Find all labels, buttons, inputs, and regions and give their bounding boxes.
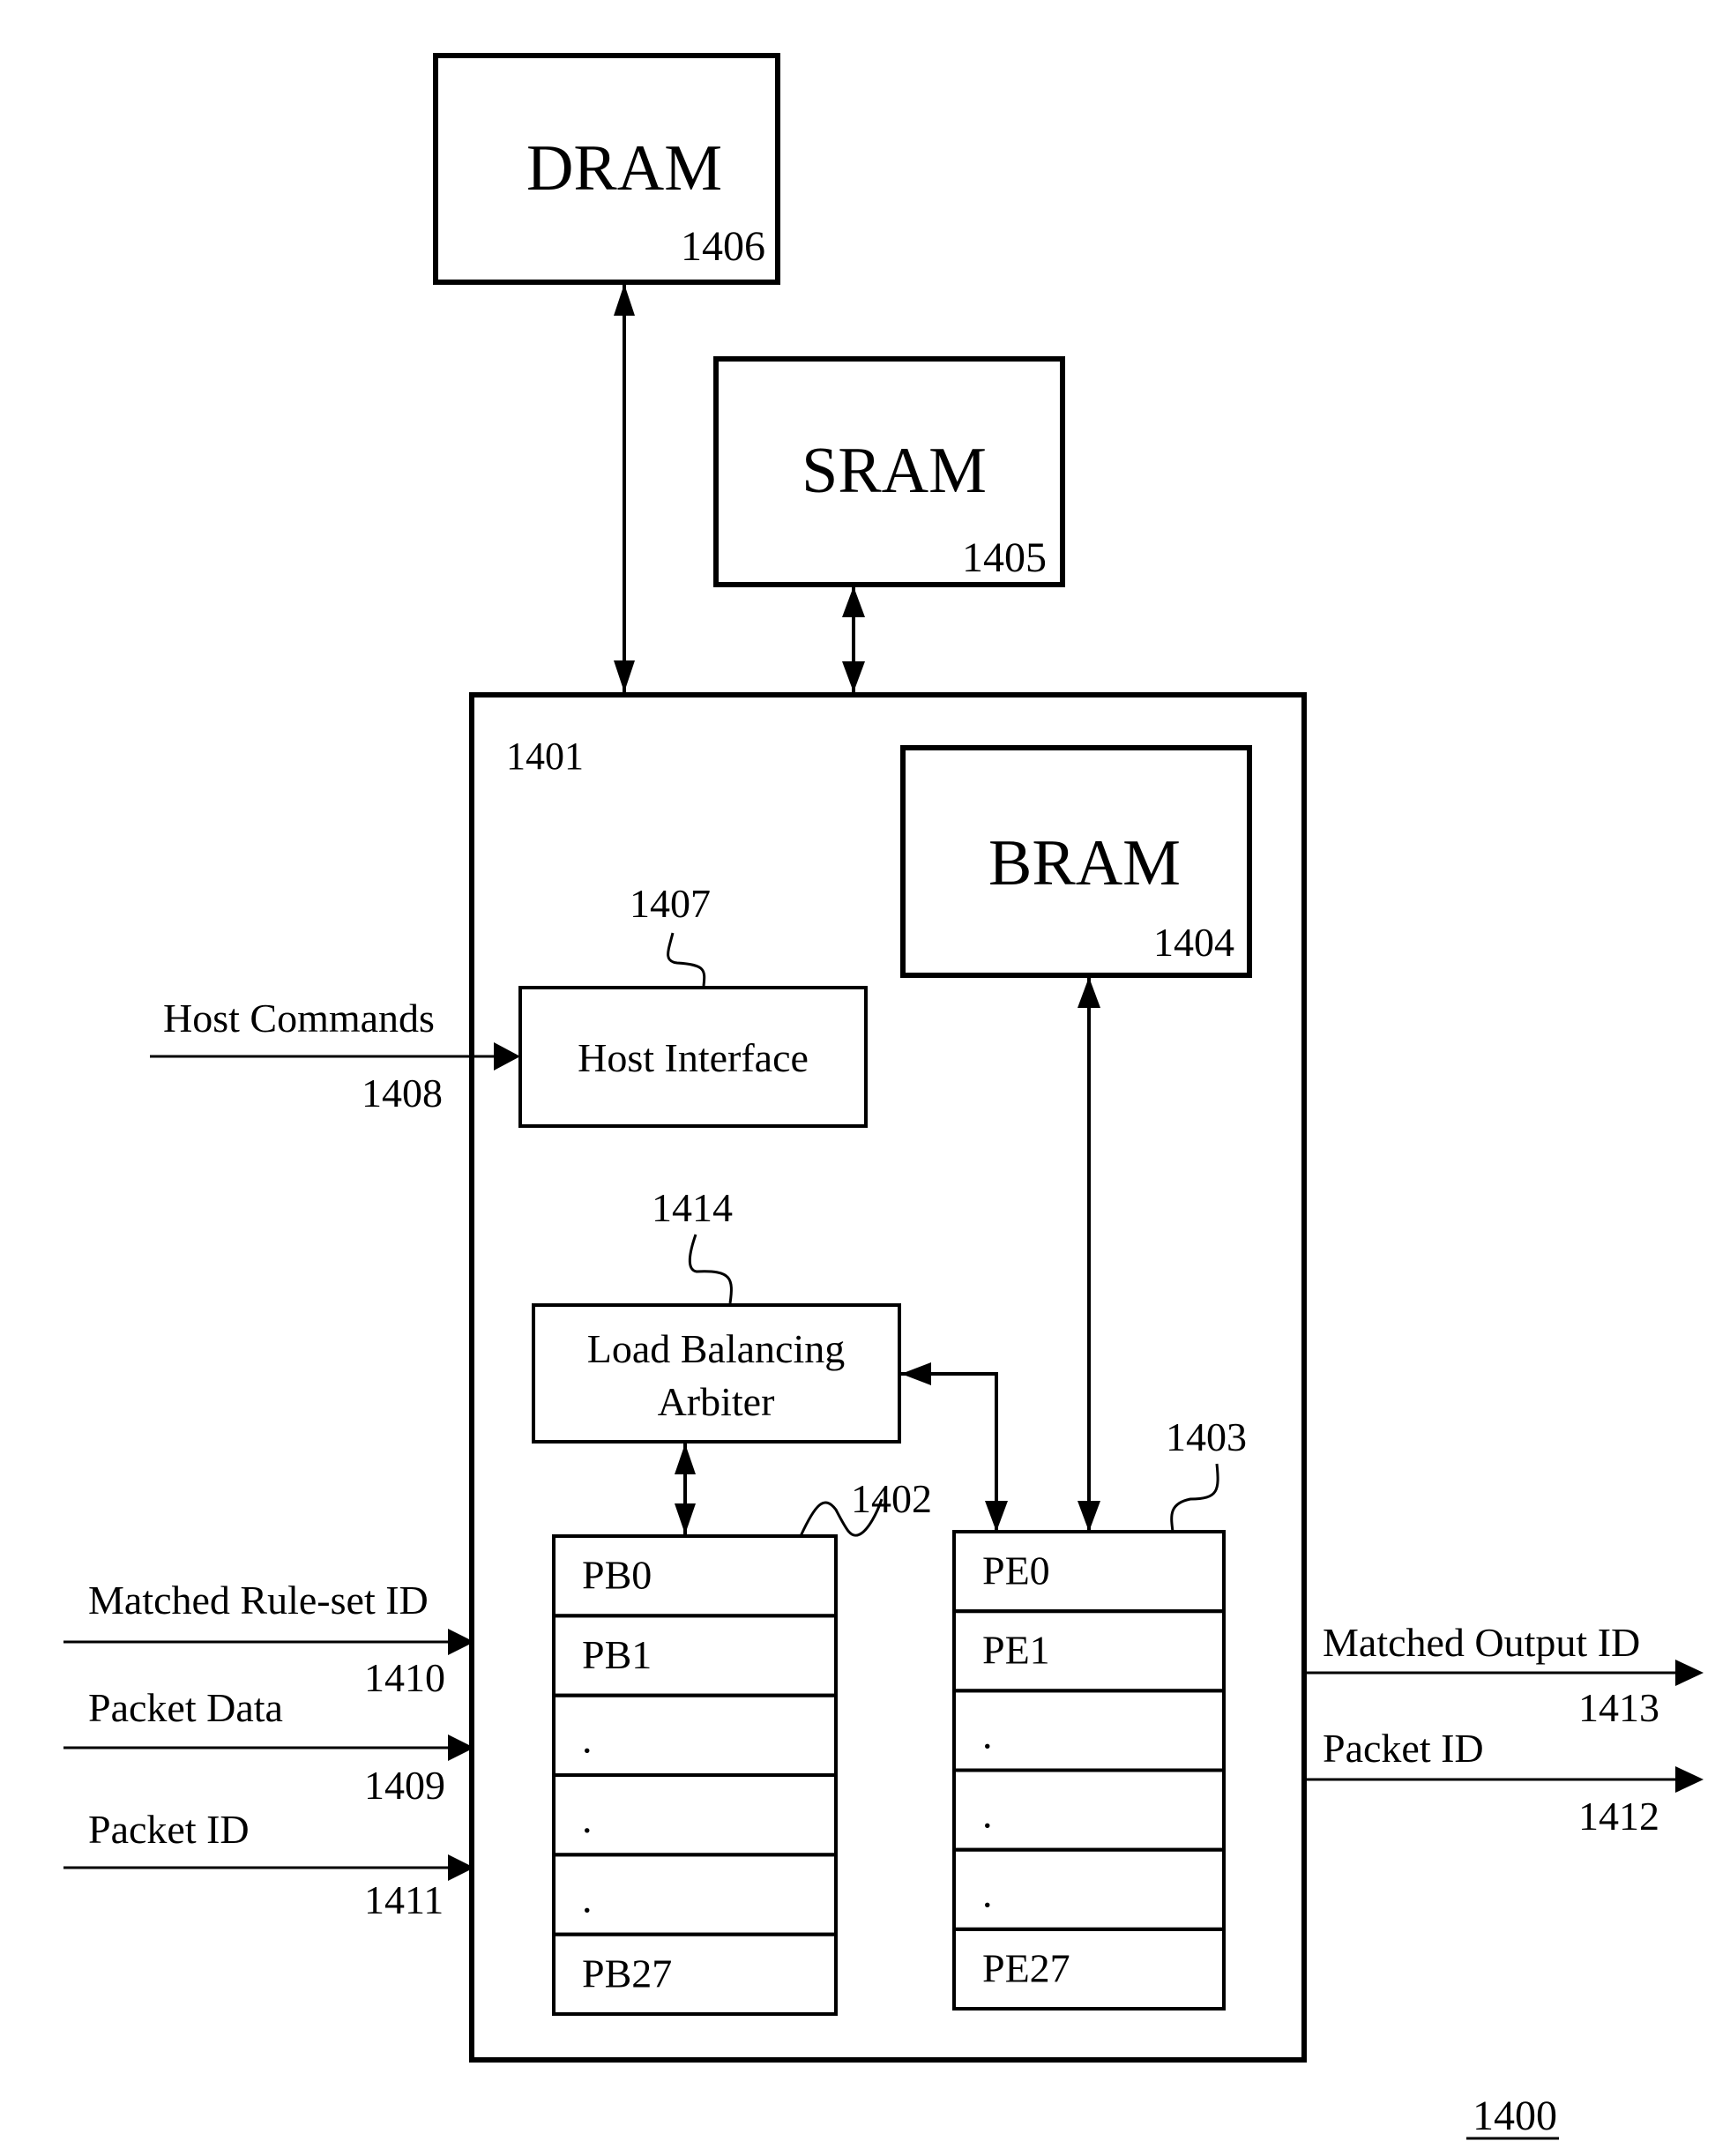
matched-ruleset-id-input: Matched Rule-set ID 1410 — [63, 1578, 474, 1700]
packet-id-output-ref: 1412 — [1578, 1794, 1659, 1839]
sram-link-arrow — [842, 586, 865, 692]
matched-output-id-output: Matched Output ID 1413 — [1307, 1620, 1704, 1730]
matched-ruleset-id-label: Matched Rule-set ID — [88, 1578, 429, 1623]
dram-ref: 1406 — [681, 223, 765, 270]
packet-id-output-label: Packet ID — [1323, 1726, 1484, 1771]
packet-buffer-row-label: . — [582, 1876, 593, 1921]
figure-number: 1400 — [1466, 2093, 1559, 2140]
processing-engine-row: . — [952, 1689, 1226, 1772]
processing-engine-row: PE27 — [952, 1927, 1226, 2011]
processing-engine-row-label: PE1 — [982, 1628, 1050, 1673]
arbiter-label-line1: Load Balancing — [587, 1326, 846, 1371]
processing-engine-ref: 1403 — [1166, 1414, 1247, 1459]
packet-id-input-label: Packet ID — [88, 1807, 250, 1852]
processing-engine-row-label: PE27 — [982, 1945, 1070, 1990]
packet-id-output: Packet ID 1412 — [1307, 1726, 1704, 1839]
host-interface-ref: 1407 — [630, 881, 711, 926]
matched-output-id-label: Matched Output ID — [1323, 1620, 1640, 1665]
host-commands-input: Host Commands 1408 — [150, 996, 520, 1115]
bram-label: BRAM — [988, 827, 1181, 899]
processing-engine-row-label: . — [982, 1712, 993, 1757]
packet-buffer-row: PB0 — [552, 1534, 838, 1618]
dram-label: DRAM — [526, 132, 722, 205]
arbiter-ref: 1414 — [652, 1185, 733, 1230]
sram-label: SRAM — [802, 435, 987, 507]
arbiter-block: 1414 Load Balancing Arbiter — [532, 1185, 901, 1444]
packet-buffer-row-label: . — [582, 1717, 593, 1762]
host-interface-block: 1407 Host Interface — [518, 881, 868, 1128]
packet-id-input-ref: 1411 — [364, 1877, 444, 1922]
figure-number-label: 1400 — [1473, 2093, 1557, 2139]
dram-link-arrow — [614, 284, 635, 692]
packet-data-input: Packet Data 1409 — [63, 1685, 474, 1808]
packet-buffer-ref: 1402 — [851, 1476, 932, 1521]
bram-pe-arrow — [1078, 977, 1100, 1532]
packet-buffer-row: . — [552, 1693, 838, 1777]
sram-block: SRAM 1405 — [713, 356, 1065, 587]
packet-buffer-row-label: PB27 — [582, 1951, 672, 1996]
packet-data-label: Packet Data — [88, 1685, 283, 1730]
matched-output-id-ref: 1413 — [1578, 1685, 1659, 1730]
packet-buffer-array: 1402 PB0 PB1... PB27 — [552, 1476, 932, 2017]
host-commands-ref: 1408 — [362, 1071, 443, 1115]
processing-engine-row: . — [952, 1847, 1226, 1931]
arbiter-pb-arrow — [675, 1444, 696, 1534]
processing-engine-row: . — [952, 1768, 1226, 1852]
host-commands-label: Host Commands — [163, 996, 435, 1041]
host-interface-label: Host Interface — [578, 1035, 809, 1080]
processing-engine-row: PE1 — [952, 1609, 1226, 1693]
system-ref: 1401 — [506, 735, 584, 778]
bram-ref: 1404 — [1153, 920, 1234, 965]
packet-buffer-row-label: PB0 — [582, 1553, 652, 1598]
processing-engine-row-label: . — [982, 1791, 993, 1836]
block-diagram: DRAM 1406 SRAM 1405 1401 BRAM 1404 1407 … — [63, 53, 1704, 2140]
processing-engine-row-label: . — [982, 1871, 993, 1916]
processing-engine-row: PE0 — [952, 1530, 1226, 1614]
packet-buffer-row: . — [552, 1853, 838, 1936]
packet-data-ref: 1409 — [364, 1763, 445, 1808]
packet-buffer-row: PB27 — [552, 1932, 838, 2017]
dram-block: DRAM 1406 — [433, 53, 780, 285]
arbiter-label-line2: Arbiter — [658, 1379, 775, 1424]
processing-engine-row-label: PE0 — [982, 1548, 1050, 1593]
bram-block: BRAM 1404 — [900, 745, 1252, 978]
packet-buffer-row: . — [552, 1773, 838, 1857]
packet-buffer-row-label: . — [582, 1796, 593, 1841]
sram-ref: 1405 — [962, 534, 1047, 581]
matched-ruleset-id-ref: 1410 — [364, 1655, 445, 1700]
packet-id-input: Packet ID 1411 — [63, 1807, 474, 1922]
packet-buffer-row: PB1 — [552, 1614, 838, 1697]
packet-buffer-row-label: PB1 — [582, 1632, 652, 1677]
